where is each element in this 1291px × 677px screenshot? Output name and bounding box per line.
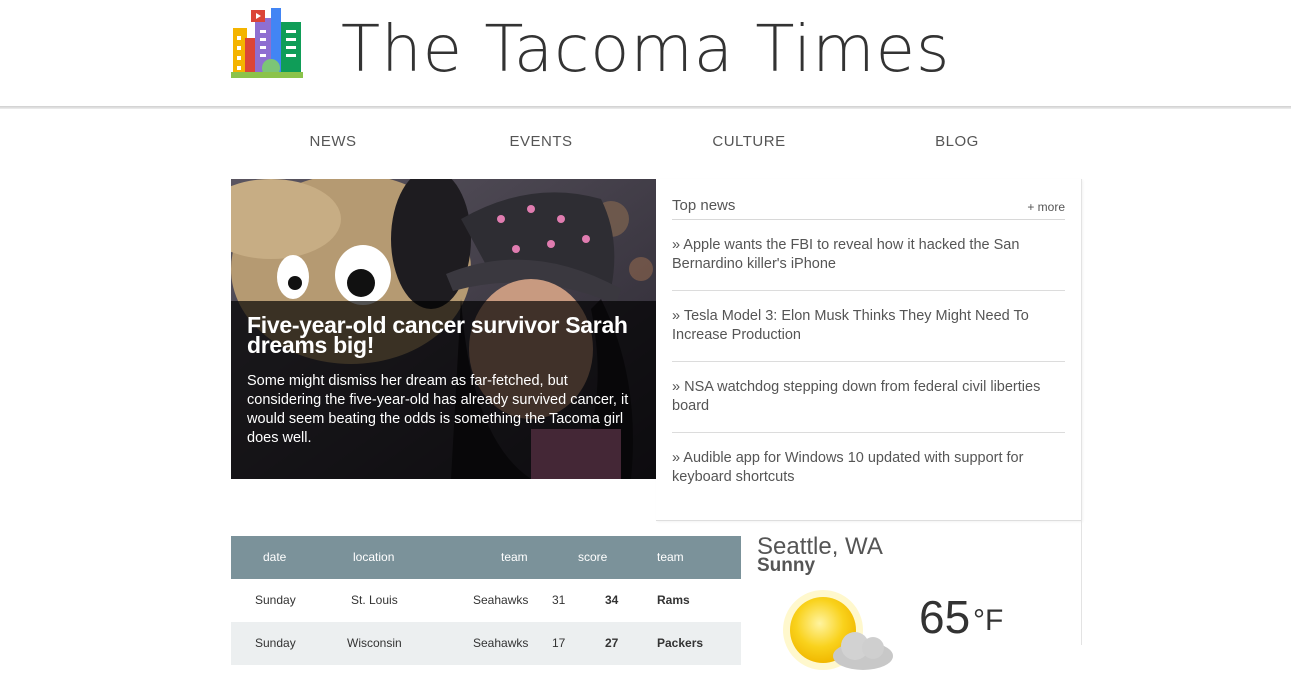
cell-opponent-score: 27 <box>605 636 619 650</box>
col-opponent: team <box>657 550 684 564</box>
news-item[interactable]: » Tesla Model 3: Elon Musk Thinks They M… <box>672 307 1065 345</box>
top-news-title: Top news <box>672 197 736 214</box>
partly-sunny-icon <box>781 582 911 672</box>
top-news-panel: Top news + more » Apple wants the FBI to… <box>656 179 1082 521</box>
nav-item-culture[interactable]: CULTURE <box>647 124 851 160</box>
col-date: date <box>263 550 287 564</box>
cell-date: Sunday <box>255 636 296 650</box>
cell-opponent-score: 34 <box>605 593 619 607</box>
weather-widget: Seattle, WA Sunny 65 °F <box>741 520 1082 670</box>
header-divider <box>0 106 1291 109</box>
hero-summary: Some might dismiss her dream as far-fetc… <box>247 373 629 446</box>
table-header: date location team score team <box>231 536 741 579</box>
col-location: location <box>353 550 395 564</box>
top-news-header: Top news + more <box>672 197 1065 220</box>
weather-unit: °F <box>973 604 1004 637</box>
nav-item-blog[interactable]: BLOG <box>855 124 1059 160</box>
news-divider <box>672 290 1065 291</box>
main-nav: NEWS EVENTS CULTURE BLOG <box>231 124 1063 162</box>
cell-team: Seahawks <box>473 593 529 607</box>
nav-item-news[interactable]: NEWS <box>231 124 435 160</box>
nav-item-events[interactable]: EVENTS <box>439 124 643 160</box>
col-score: score <box>578 550 608 564</box>
news-divider <box>672 432 1065 433</box>
cell-location: Wisconsin <box>347 636 402 650</box>
news-item[interactable]: » Apple wants the FBI to reveal how it h… <box>672 236 1065 274</box>
col-team: team <box>501 550 528 564</box>
cell-location: St. Louis <box>351 593 398 607</box>
site-header: The Tacoma Times <box>0 0 1291 106</box>
cell-date: Sunday <box>255 593 296 607</box>
weather-condition: Sunny <box>757 555 816 576</box>
hero-story[interactable]: Five-year-old cancer survivor Sarah drea… <box>231 179 656 479</box>
weather-temp: 65 <box>919 591 971 643</box>
cell-opponent: Rams <box>657 593 690 607</box>
site-title[interactable]: The Tacoma Times <box>341 12 950 88</box>
cell-opponent: Packers <box>657 636 704 650</box>
news-divider <box>672 361 1065 362</box>
news-item[interactable]: » Audible app for Windows 10 updated wit… <box>672 449 1065 487</box>
more-link[interactable]: + more <box>1027 200 1065 214</box>
cell-score: 31 <box>552 593 566 607</box>
table-row[interactable]: Sunday St. Louis Seahawks 31 34 Rams <box>231 579 741 622</box>
cell-score: 17 <box>552 636 566 650</box>
cell-team: Seahawks <box>473 636 529 650</box>
news-item[interactable]: » NSA watchdog stepping down from federa… <box>672 378 1065 416</box>
table-row[interactable]: Sunday Wisconsin Seahawks 17 27 Packers <box>231 622 741 665</box>
hero-title[interactable]: Five-year-old cancer survivor Sarah drea… <box>247 314 642 357</box>
city-logo-icon[interactable] <box>231 6 303 78</box>
